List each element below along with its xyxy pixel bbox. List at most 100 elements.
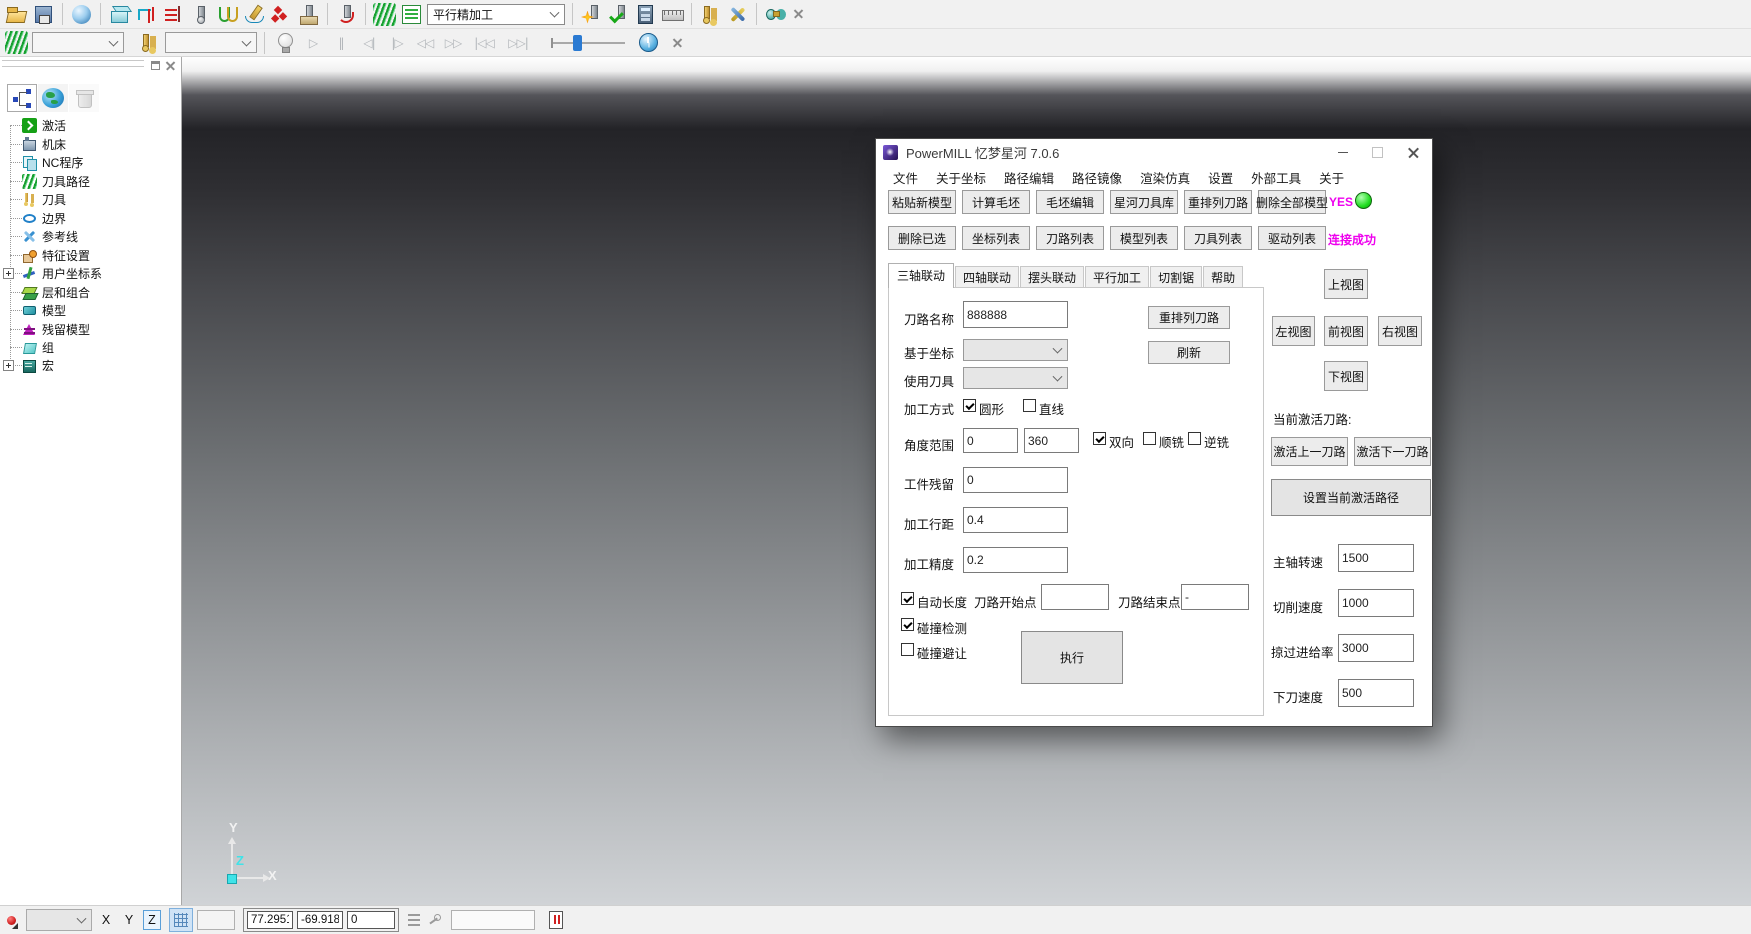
menu-external-tools[interactable]: 外部工具 bbox=[1242, 165, 1310, 190]
delete-all-models-button[interactable]: 删除全部模型 bbox=[1258, 190, 1326, 214]
block-edit-button[interactable]: 毛坯编辑 bbox=[1036, 190, 1104, 214]
speed-clock-icon[interactable] bbox=[637, 31, 660, 54]
ruler-icon[interactable] bbox=[661, 3, 684, 26]
pane-grip[interactable] bbox=[2, 60, 144, 64]
tree-item-toolpaths[interactable]: 刀具路径 bbox=[0, 172, 181, 190]
set-active-path-button[interactable]: 设置当前激活路径 bbox=[1271, 479, 1431, 516]
menu-path-edit[interactable]: 路径编辑 bbox=[995, 165, 1063, 190]
rearrange-toolpaths-button[interactable]: 重排列刀路 bbox=[1184, 190, 1252, 214]
tree-item-feature-sets[interactable]: 特征设置 bbox=[0, 246, 181, 264]
tool-verify-icon[interactable] bbox=[607, 3, 630, 26]
paste-new-model-button[interactable]: 粘贴新模型 bbox=[888, 190, 956, 214]
rapid-moves-icon[interactable] bbox=[135, 3, 158, 26]
expand-workplanes-icon[interactable] bbox=[3, 268, 14, 279]
cutting-feed-input[interactable] bbox=[1338, 589, 1414, 617]
pattern-draw-icon[interactable] bbox=[243, 3, 266, 26]
execute-button[interactable]: 执行 bbox=[1021, 631, 1123, 684]
z-axis-button[interactable]: Z bbox=[143, 910, 161, 930]
use-tool-combobox[interactable] bbox=[963, 367, 1068, 389]
search-back-button[interactable]: ◁◁ bbox=[413, 32, 437, 54]
tree-item-patterns[interactable]: 参考线 bbox=[0, 227, 181, 245]
delete-selected-button[interactable]: 删除已选 bbox=[888, 226, 956, 250]
y-axis-button[interactable]: Y bbox=[120, 910, 138, 930]
conventional-mill-checkbox[interactable] bbox=[1188, 432, 1201, 445]
sim-toolpath-combobox[interactable] bbox=[32, 32, 124, 53]
stepover-input[interactable] bbox=[963, 507, 1068, 533]
tab-recycle-bin[interactable] bbox=[69, 84, 99, 112]
menu-about-coords[interactable]: 关于坐标 bbox=[927, 165, 995, 190]
view-front-button[interactable]: 前视图 bbox=[1324, 316, 1368, 346]
search-forward-button[interactable]: ▷▷ bbox=[441, 32, 465, 54]
tree-item-machine[interactable]: 机床 bbox=[0, 135, 181, 153]
point-pattern-icon[interactable] bbox=[270, 3, 293, 26]
plunge-feed-input[interactable] bbox=[1338, 679, 1414, 707]
play-button[interactable]: ▷ bbox=[301, 32, 325, 54]
grid-size-field[interactable] bbox=[197, 910, 235, 930]
tab-3axis[interactable]: 三轴联动 bbox=[888, 263, 954, 288]
rearrange-button[interactable]: 重排列刀路 bbox=[1148, 306, 1230, 329]
tree-item-levels[interactable]: 层和组合 bbox=[0, 283, 181, 301]
expand-macros-icon[interactable] bbox=[3, 360, 14, 371]
close-pane-icon[interactable] bbox=[165, 60, 176, 71]
cut-axes-icon[interactable] bbox=[726, 3, 749, 26]
ball-nose-tool-icon[interactable] bbox=[189, 3, 212, 26]
lamp-icon[interactable] bbox=[274, 31, 297, 54]
tool-feed-arc-icon[interactable] bbox=[335, 3, 358, 26]
maximize-button[interactable] bbox=[1360, 139, 1394, 166]
strategy-combobox[interactable]: 平行精加工 bbox=[427, 4, 565, 25]
view-left-button[interactable]: 左视图 bbox=[1272, 316, 1315, 346]
tree-item-groups[interactable]: 组 bbox=[0, 338, 181, 356]
tree-item-workplanes[interactable]: 用户坐标系 bbox=[0, 264, 181, 282]
float-pane-icon[interactable] bbox=[150, 60, 161, 71]
view-bottom-button[interactable]: 下视图 bbox=[1324, 361, 1368, 391]
tab-4axis[interactable]: 四轴联动 bbox=[955, 266, 1019, 288]
tab-help[interactable]: 帮助 bbox=[1203, 266, 1243, 288]
climb-mill-checkbox[interactable] bbox=[1143, 432, 1156, 445]
close-toolbar-icon[interactable] bbox=[791, 6, 807, 22]
grid-toggle-icon[interactable] bbox=[169, 908, 193, 932]
activate-next-toolpath-button[interactable]: 激活下一刀路 bbox=[1354, 437, 1431, 466]
view-top-button[interactable]: 上视图 bbox=[1324, 269, 1368, 299]
block-icon[interactable] bbox=[108, 3, 131, 26]
strategy-wizard-icon[interactable] bbox=[216, 3, 239, 26]
tab-world[interactable] bbox=[38, 84, 68, 112]
model-list-button[interactable]: 模型列表 bbox=[1110, 226, 1178, 250]
toolpath-list-icon[interactable] bbox=[400, 3, 423, 26]
toolpath-spring-icon[interactable] bbox=[373, 3, 396, 26]
view-right-button[interactable]: 右视图 bbox=[1378, 316, 1422, 346]
close-button[interactable] bbox=[1396, 139, 1430, 166]
coord-list-button[interactable]: 坐标列表 bbox=[962, 226, 1030, 250]
refresh-button[interactable]: 刷新 bbox=[1148, 341, 1230, 364]
tree-item-stock-models[interactable]: 残留模型 bbox=[0, 320, 181, 338]
menu-render-sim[interactable]: 渲染仿真 bbox=[1131, 165, 1199, 190]
collision-avoid-checkbox[interactable] bbox=[901, 643, 914, 656]
speed-slider[interactable] bbox=[551, 32, 625, 54]
stock-allowance-input[interactable] bbox=[963, 467, 1068, 493]
tree-item-nc-programs[interactable]: NC程序 bbox=[0, 153, 181, 171]
status-combobox[interactable] bbox=[26, 909, 92, 931]
page-marker-icon[interactable] bbox=[549, 911, 563, 929]
path-start-input[interactable] bbox=[1041, 584, 1109, 610]
pane-grip[interactable] bbox=[2, 66, 144, 70]
tool-list-button[interactable]: 刀具列表 bbox=[1184, 226, 1252, 250]
skim-feed-input[interactable] bbox=[1338, 634, 1414, 662]
path-end-input[interactable] bbox=[1181, 584, 1249, 610]
tool-pair-icon[interactable] bbox=[699, 3, 722, 26]
tree-item-models[interactable]: 模型 bbox=[0, 301, 181, 319]
toolpath-name-input[interactable] bbox=[963, 301, 1068, 328]
tab-swivel-head[interactable]: 摆头联动 bbox=[1020, 266, 1084, 288]
mode-line-checkbox[interactable] bbox=[1023, 399, 1036, 412]
cursor-z-input[interactable] bbox=[347, 911, 395, 929]
tool-in-block-icon[interactable] bbox=[297, 3, 320, 26]
tree-item-activate[interactable]: 激活 bbox=[0, 116, 181, 134]
save-icon[interactable] bbox=[32, 3, 55, 26]
step-forward-button[interactable]: |▷ bbox=[385, 32, 409, 54]
shaded-orb-icon[interactable] bbox=[70, 3, 93, 26]
base-coord-combobox[interactable] bbox=[963, 339, 1068, 361]
viewer-binoculars-icon[interactable] bbox=[764, 3, 787, 26]
tree-item-tools[interactable]: 刀具 bbox=[0, 190, 181, 208]
sim-tool-combobox[interactable] bbox=[165, 32, 257, 53]
angle-from-input[interactable] bbox=[963, 428, 1018, 453]
collision-detect-checkbox[interactable] bbox=[901, 618, 914, 631]
auto-length-checkbox[interactable] bbox=[901, 592, 914, 605]
